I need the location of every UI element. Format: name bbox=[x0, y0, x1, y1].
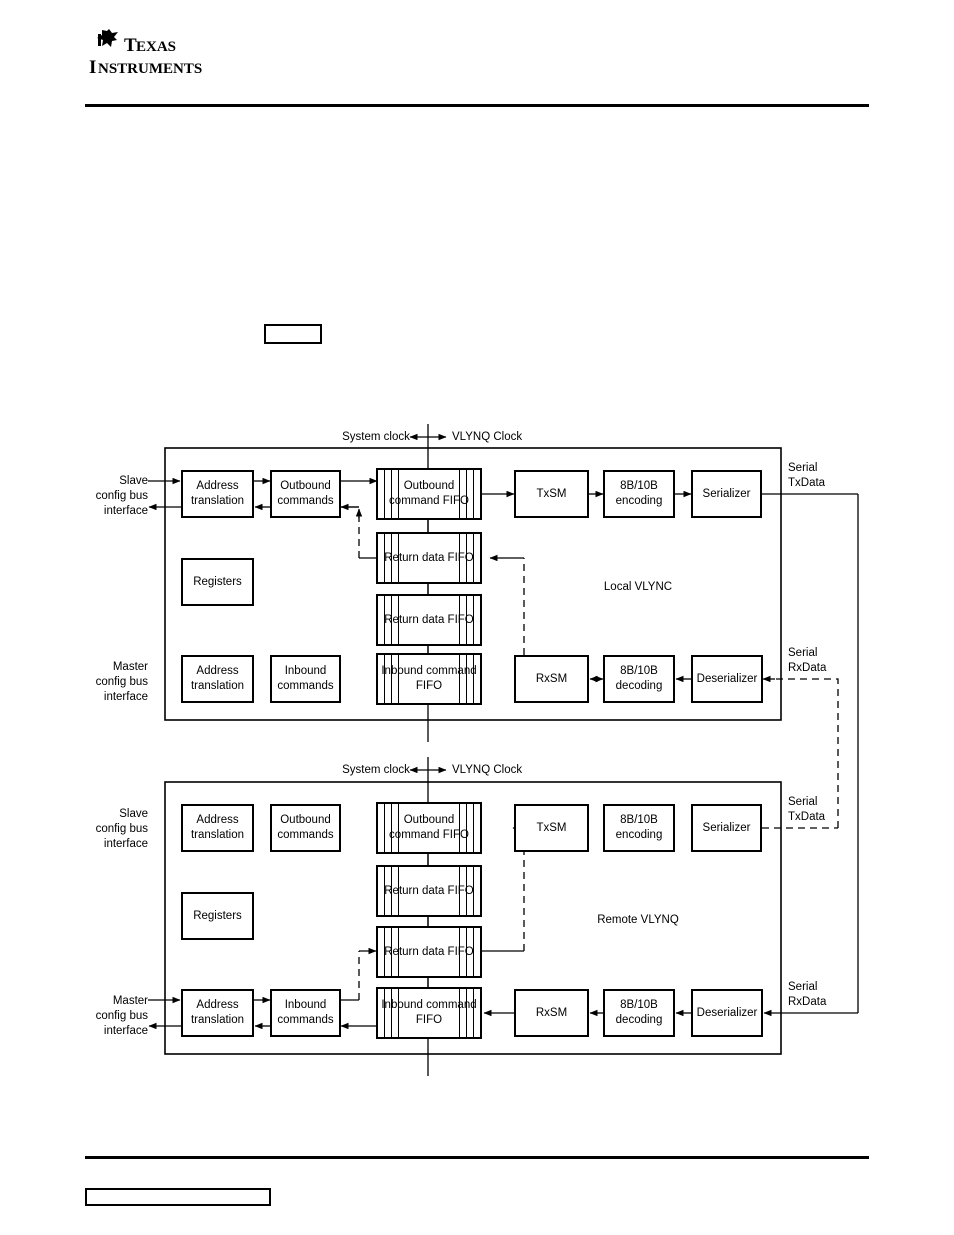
block-rxsm-local[interactable]: RxSM bbox=[514, 655, 589, 703]
block-8b10b-decoding-local[interactable]: 8B/10B decoding bbox=[603, 655, 675, 703]
block-label: 8B/10B decoding bbox=[615, 665, 663, 692]
slave-config-bus-interface-local: Slave config bus interface bbox=[95, 475, 148, 518]
block-label: RxSM bbox=[535, 672, 568, 685]
block-label: 8B/10B encoding bbox=[615, 814, 663, 841]
block-label: Deserializer bbox=[696, 672, 758, 685]
block-registers-local[interactable]: Registers bbox=[181, 558, 254, 606]
block-deserializer-local[interactable]: Deserializer bbox=[691, 655, 763, 703]
block-label: Return data FIFO bbox=[384, 884, 474, 897]
block-label: Return data FIFO bbox=[384, 613, 474, 626]
block-outbound-commands-remote[interactable]: Outbound commands bbox=[270, 804, 341, 852]
slave-config-bus-interface-remote: Slave config bus interface bbox=[95, 808, 148, 851]
block-inbound-commands-remote[interactable]: Inbound commands bbox=[270, 989, 341, 1037]
master-config-bus-interface-local: Master config bus interface bbox=[95, 661, 148, 704]
block-label: Return data FIFO bbox=[384, 945, 474, 958]
master-config-bus-interface-remote: Master config bus interface bbox=[95, 995, 148, 1038]
block-8b10b-encoding-remote[interactable]: 8B/10B encoding bbox=[603, 804, 675, 852]
block-label: Return data FIFO bbox=[384, 551, 474, 564]
block-label: Serializer bbox=[702, 487, 751, 500]
block-label: Address translation bbox=[190, 999, 245, 1026]
block-label: Outbound commands bbox=[277, 814, 334, 841]
block-label: 8B/10B decoding bbox=[615, 999, 663, 1026]
vlynq-block-diagram: System clock VLYNQ Clock Slave config bu… bbox=[0, 0, 954, 1235]
block-label: TxSM bbox=[536, 487, 567, 500]
block-txsm-remote[interactable]: TxSM bbox=[514, 804, 589, 852]
block-return-data-fifo-1-remote[interactable]: Return data FIFO bbox=[376, 865, 482, 917]
block-outbound-command-fifo-local[interactable]: Outbound command FIFO bbox=[376, 468, 482, 520]
serial-rxdata-label-remote: Serial RxData bbox=[788, 981, 827, 1009]
block-address-translation-master-remote[interactable]: Address translation bbox=[181, 989, 254, 1037]
clock-label-vlynq-local: VLYNQ Clock bbox=[452, 431, 523, 443]
block-label: Inbound commands bbox=[277, 999, 334, 1026]
block-outbound-commands-local[interactable]: Outbound commands bbox=[270, 470, 341, 518]
clock-label-vlynq-remote: VLYNQ Clock bbox=[452, 764, 523, 776]
block-label: Address translation bbox=[190, 480, 245, 507]
clock-label-system-local: System clock bbox=[342, 431, 410, 443]
block-address-translation-slave-remote[interactable]: Address translation bbox=[181, 804, 254, 852]
block-label: Inbound command FIFO bbox=[381, 999, 477, 1026]
remote-vlynq-title: Remote VLYNQ bbox=[597, 914, 679, 926]
block-txsm-local[interactable]: TxSM bbox=[514, 470, 589, 518]
block-label: 8B/10B encoding bbox=[615, 480, 663, 507]
serial-rxdata-label-local: Serial RxData bbox=[788, 647, 827, 675]
block-label: RxSM bbox=[535, 1006, 568, 1019]
block-serializer-remote[interactable]: Serializer bbox=[691, 804, 762, 852]
block-label: Inbound commands bbox=[277, 665, 334, 692]
block-return-data-fifo-2-local[interactable]: Return data FIFO bbox=[376, 594, 482, 646]
block-8b10b-decoding-remote[interactable]: 8B/10B decoding bbox=[603, 989, 675, 1037]
block-return-data-fifo-2-remote[interactable]: Return data FIFO bbox=[376, 926, 482, 978]
serial-txdata-label-remote: Serial TxData bbox=[788, 796, 826, 824]
block-label: Outbound command FIFO bbox=[389, 480, 469, 507]
local-vlync-title: Local VLYNC bbox=[603, 581, 673, 593]
block-label: Registers bbox=[193, 575, 242, 588]
block-address-translation-master-local[interactable]: Address translation bbox=[181, 655, 254, 703]
block-label: TxSM bbox=[536, 821, 567, 834]
clock-label-system-remote: System clock bbox=[342, 764, 410, 776]
block-address-translation-slave-local[interactable]: Address translation bbox=[181, 470, 254, 518]
block-label: Inbound command FIFO bbox=[381, 665, 477, 692]
block-label: Outbound command FIFO bbox=[389, 814, 469, 841]
block-label: Deserializer bbox=[696, 1006, 758, 1019]
serial-txdata-label-local: Serial TxData bbox=[788, 462, 826, 490]
block-inbound-command-fifo-remote[interactable]: Inbound command FIFO bbox=[376, 987, 482, 1039]
block-deserializer-remote[interactable]: Deserializer bbox=[691, 989, 763, 1037]
block-label: Registers bbox=[193, 909, 242, 922]
block-inbound-command-fifo-local[interactable]: Inbound command FIFO bbox=[376, 653, 482, 705]
block-outbound-command-fifo-remote[interactable]: Outbound command FIFO bbox=[376, 802, 482, 854]
block-return-data-fifo-1-local[interactable]: Return data FIFO bbox=[376, 532, 482, 584]
block-label: Address translation bbox=[190, 665, 245, 692]
block-label: Serializer bbox=[702, 821, 751, 834]
block-registers-remote[interactable]: Registers bbox=[181, 892, 254, 940]
block-rxsm-remote[interactable]: RxSM bbox=[514, 989, 589, 1037]
block-label: Address translation bbox=[190, 814, 245, 841]
block-8b10b-encoding-local[interactable]: 8B/10B encoding bbox=[603, 470, 675, 518]
block-inbound-commands-local[interactable]: Inbound commands bbox=[270, 655, 341, 703]
block-serializer-local[interactable]: Serializer bbox=[691, 470, 762, 518]
block-label: Outbound commands bbox=[277, 480, 334, 507]
